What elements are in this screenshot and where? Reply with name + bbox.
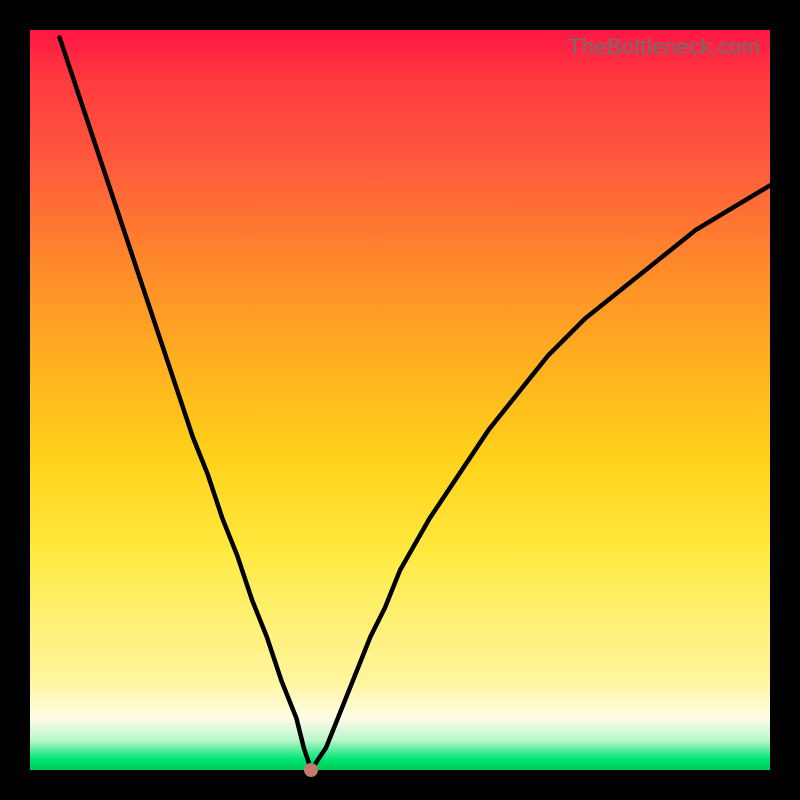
chart-plot-area: TheBottleneck.com	[30, 30, 770, 770]
bottleneck-curve	[30, 30, 770, 770]
optimal-point-marker	[304, 763, 318, 777]
chart-frame: TheBottleneck.com	[0, 0, 800, 800]
watermark-label: TheBottleneck.com	[568, 34, 760, 60]
